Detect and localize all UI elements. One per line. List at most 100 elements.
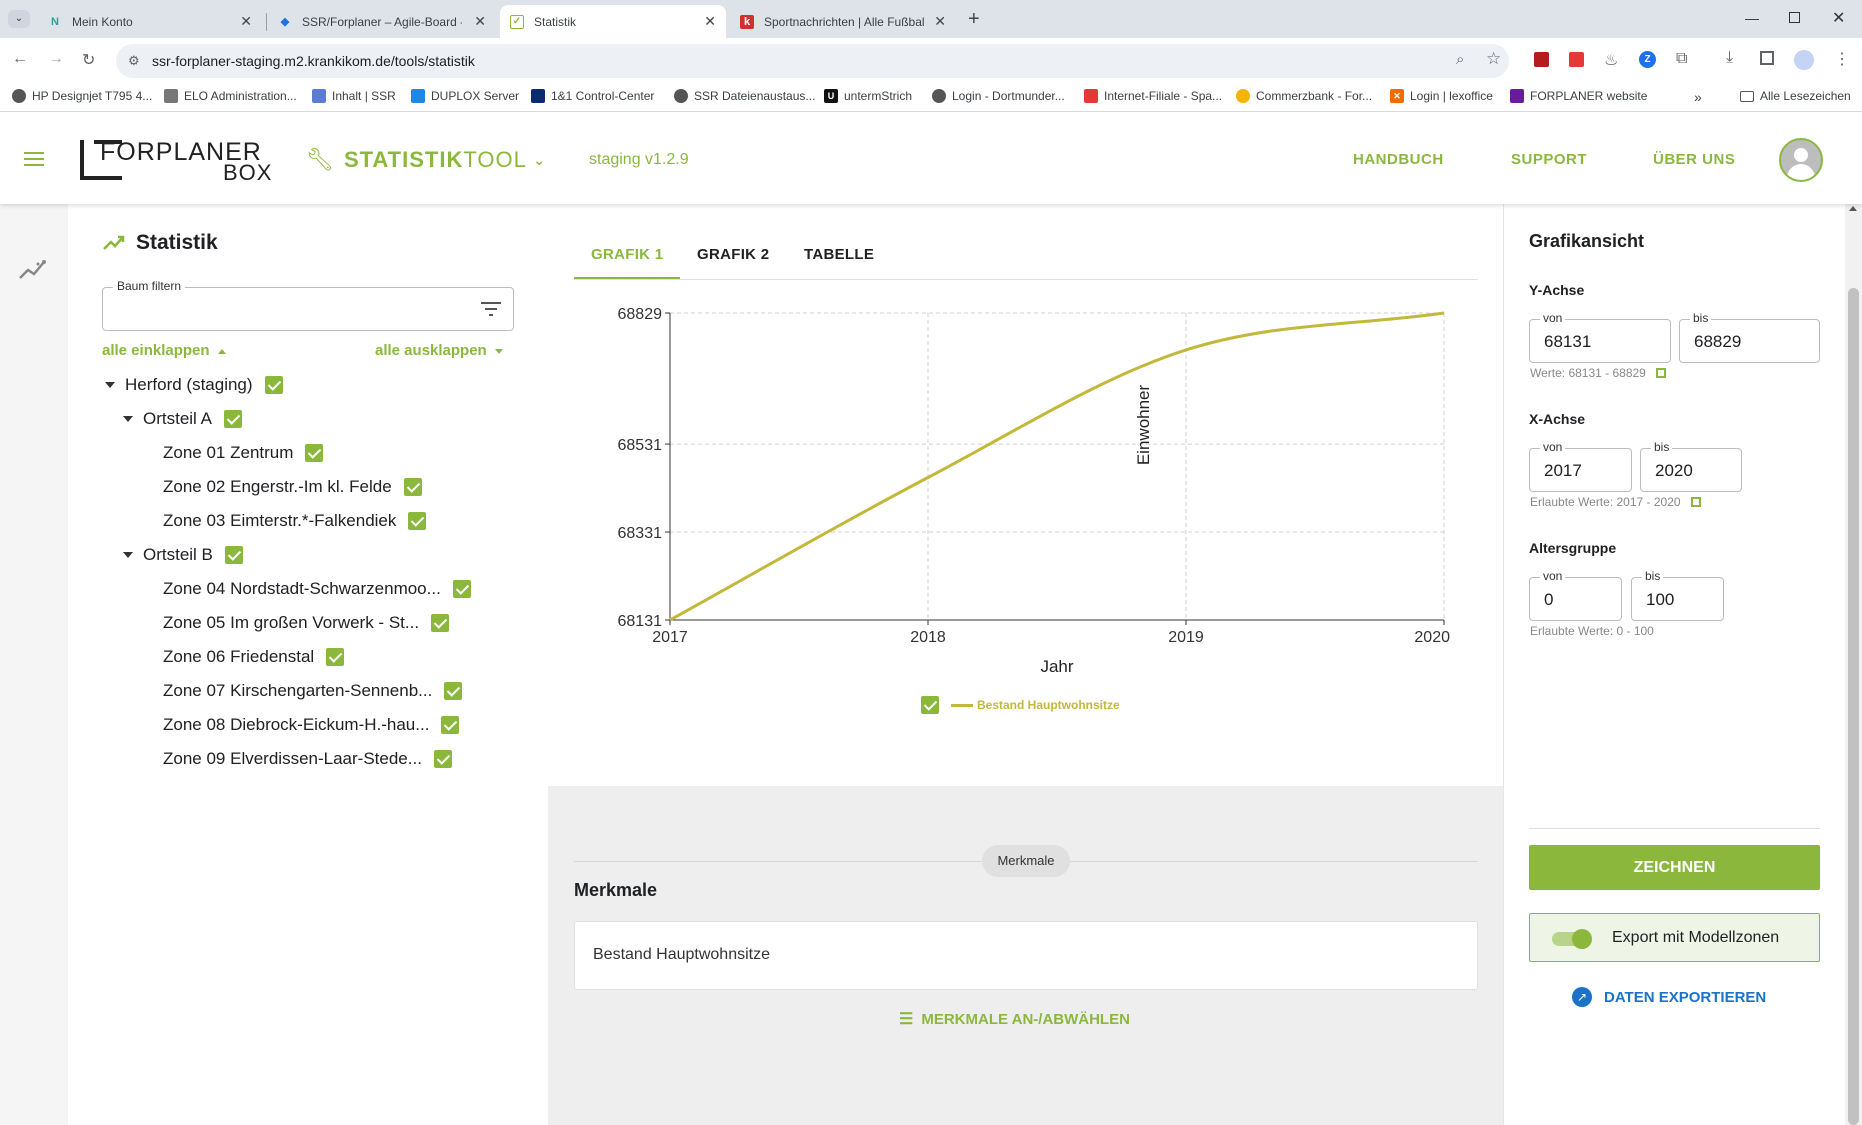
legend-item[interactable]: Bestand Hauptwohnsitze xyxy=(921,696,1120,714)
bookmark-item[interactable]: FORPLANER website xyxy=(1510,89,1647,103)
bookmark-item[interactable]: SSR Dateienaustaus... xyxy=(674,89,815,103)
extension-icon[interactable] xyxy=(1534,52,1549,67)
url-text[interactable]: ssr-forplaner-staging.m2.krankikom.de/to… xyxy=(152,53,475,69)
statistics-nav-icon[interactable] xyxy=(18,258,50,282)
tab-grafik-1[interactable]: GRAFIK 1 xyxy=(591,246,663,263)
site-info-icon[interactable]: ⚙ xyxy=(128,53,140,69)
restore-icon[interactable] xyxy=(1789,12,1800,23)
bookmark-item[interactable]: Inhalt | SSR xyxy=(312,89,396,103)
expand-icon[interactable] xyxy=(1690,497,1701,507)
expand-icon[interactable] xyxy=(1655,368,1666,378)
tree-checkbox[interactable] xyxy=(441,716,460,734)
export-toggle-box[interactable]: Export mit Modellzonen xyxy=(1529,913,1820,962)
tree-checkbox[interactable] xyxy=(444,682,463,700)
close-icon[interactable]: ✕ xyxy=(934,13,946,30)
more-bookmarks-icon[interactable]: » xyxy=(1694,89,1702,105)
tab-agile-board[interactable]: ◆ SSR/Forplaner – Agile-Board - J ✕ xyxy=(268,5,496,38)
close-icon[interactable]: ✕ xyxy=(474,13,486,30)
tab-tabelle[interactable]: TABELLE xyxy=(804,246,874,263)
tree-node-zone[interactable]: Zone 02 Engerstr.-Im kl. Felde xyxy=(163,477,422,497)
tree-node-root[interactable]: Herford (staging) xyxy=(105,375,283,395)
download-icon[interactable]: ⤓ xyxy=(1726,49,1733,67)
bookmark-item[interactable]: ELO Administration... xyxy=(164,89,297,103)
tab-search-icon[interactable]: ⌄ xyxy=(8,10,30,28)
tree-checkbox[interactable] xyxy=(408,512,427,530)
bookmark-item[interactable]: ✕ Login | lexoffice xyxy=(1390,89,1493,103)
scroll-up-icon[interactable] xyxy=(1849,206,1857,211)
tree-checkbox[interactable] xyxy=(305,444,324,462)
zoom-icon[interactable]: ⌕ xyxy=(1456,51,1464,68)
expand-all-link[interactable]: alle ausklappen xyxy=(375,342,503,359)
tree-node-zone[interactable]: Zone 09 Elverdissen-Laar-Stede... xyxy=(163,749,452,769)
toggle-switch[interactable] xyxy=(1552,929,1592,949)
sidepanel-icon[interactable] xyxy=(1760,51,1774,65)
bookmark-star-icon[interactable]: ☆ xyxy=(1486,49,1501,69)
tree-node-zone[interactable]: Zone 04 Nordstadt-Schwarzenmoo... xyxy=(163,579,471,599)
legend-checkbox[interactable] xyxy=(921,696,939,714)
tree-checkbox[interactable] xyxy=(452,580,471,598)
bookmark-item[interactable]: 1&1 Control-Center xyxy=(531,89,654,103)
nav-ueber-uns[interactable]: ÜBER UNS xyxy=(1653,151,1735,168)
bookmark-item[interactable]: UuntermStrich xyxy=(824,89,912,103)
tree-checkbox[interactable] xyxy=(403,478,422,496)
filter-icon[interactable] xyxy=(481,302,501,316)
caret-down-icon[interactable] xyxy=(123,552,133,558)
collapse-all-link[interactable]: alle einklappen xyxy=(102,342,226,359)
tree-node-ortsteil-b[interactable]: Ortsteil B xyxy=(123,545,243,565)
tab-statistik[interactable]: ✓ Statistik ✕ xyxy=(500,5,726,38)
tree-checkbox[interactable] xyxy=(431,614,450,632)
tree-checkbox[interactable] xyxy=(224,546,243,564)
puzzle-icon[interactable]: ⧉ xyxy=(1676,50,1687,68)
bookmark-item[interactable]: Login - Dortmunder... xyxy=(932,89,1065,103)
bookmark-item[interactable]: Internet-Filiale - Spa... xyxy=(1084,89,1222,103)
tree-node-zone[interactable]: Zone 05 Im großen Vorwerk - St... xyxy=(163,613,450,633)
x-from-field[interactable]: von 2017 xyxy=(1529,440,1632,492)
scrollbar-thumb[interactable] xyxy=(1848,288,1859,1125)
close-icon[interactable]: ✕ xyxy=(240,13,252,30)
hamburger-menu-icon[interactable] xyxy=(24,152,44,166)
fire-extension-icon[interactable]: ♨ xyxy=(1604,50,1618,70)
tree-checkbox[interactable] xyxy=(326,648,345,666)
export-data-button[interactable]: ↗ DATEN EXPORTIEREN xyxy=(1572,987,1766,1007)
z-extension-icon[interactable]: Z xyxy=(1639,51,1656,68)
pdf-extension-icon[interactable] xyxy=(1569,52,1584,67)
tree-checkbox[interactable] xyxy=(223,410,242,428)
nav-handbuch[interactable]: HANDBUCH xyxy=(1353,151,1444,168)
bookmark-item[interactable]: HP Designjet T795 4... xyxy=(12,89,152,103)
tree-checkbox[interactable] xyxy=(433,750,452,768)
close-window-icon[interactable]: ✕ xyxy=(1832,8,1845,28)
reload-icon[interactable]: ↻ xyxy=(82,50,95,70)
all-bookmarks[interactable]: Alle Lesezeichen xyxy=(1740,89,1851,103)
bookmark-item[interactable]: DUPLOX Server xyxy=(411,89,519,103)
forplaner-logo[interactable]: FORPLANER BOX xyxy=(80,138,280,185)
caret-down-icon[interactable] xyxy=(105,382,115,388)
tree-node-zone[interactable]: Zone 07 Kirschengarten-Sennenb... xyxy=(163,681,463,701)
tree-checkbox[interactable] xyxy=(264,376,283,394)
nav-support[interactable]: SUPPORT xyxy=(1511,151,1587,168)
minimize-icon[interactable]: — xyxy=(1745,10,1759,26)
new-tab-icon[interactable]: + xyxy=(968,8,980,31)
forward-icon[interactable]: → xyxy=(48,50,64,68)
age-to-field[interactable]: bis 100 xyxy=(1631,569,1724,621)
tool-switcher[interactable]: 🔧︎ STATISTIK TOOL ⌄ xyxy=(306,147,545,173)
tree-node-zone[interactable]: Zone 08 Diebrock-Eickum-H.-hau... xyxy=(163,715,460,735)
tab-sportnachrichten[interactable]: k Sportnachrichten | Alle Fußball ✕ xyxy=(730,5,956,38)
menu-dots-icon[interactable]: ⋮ xyxy=(1834,49,1850,69)
bookmark-item[interactable]: Commerzbank - For... xyxy=(1236,89,1372,103)
back-icon[interactable]: ← xyxy=(12,50,28,68)
merkmale-toggle-button[interactable]: ☰ MERKMALE AN-/ABWÄHLEN xyxy=(899,1009,1130,1029)
draw-button[interactable]: ZEICHNEN xyxy=(1529,845,1820,890)
tree-node-zone[interactable]: Zone 06 Friedenstal xyxy=(163,647,345,667)
age-from-field[interactable]: von 0 xyxy=(1529,569,1622,621)
y-from-field[interactable]: von 68131 xyxy=(1529,311,1671,363)
tree-node-zone[interactable]: Zone 03 Eimterstr.*-Falkendiek xyxy=(163,511,427,531)
tab-mein-konto[interactable]: N Mein Konto ✕ xyxy=(38,5,262,38)
tree-node-zone[interactable]: Zone 01 Zentrum xyxy=(163,443,324,463)
profile-icon[interactable] xyxy=(1794,50,1814,70)
close-icon[interactable]: ✕ xyxy=(704,13,716,30)
user-avatar[interactable] xyxy=(1779,138,1823,182)
tree-node-ortsteil-a[interactable]: Ortsteil A xyxy=(123,409,242,429)
x-to-field[interactable]: bis 2020 xyxy=(1640,440,1742,492)
caret-down-icon[interactable] xyxy=(123,416,133,422)
tab-grafik-2[interactable]: GRAFIK 2 xyxy=(697,246,769,263)
